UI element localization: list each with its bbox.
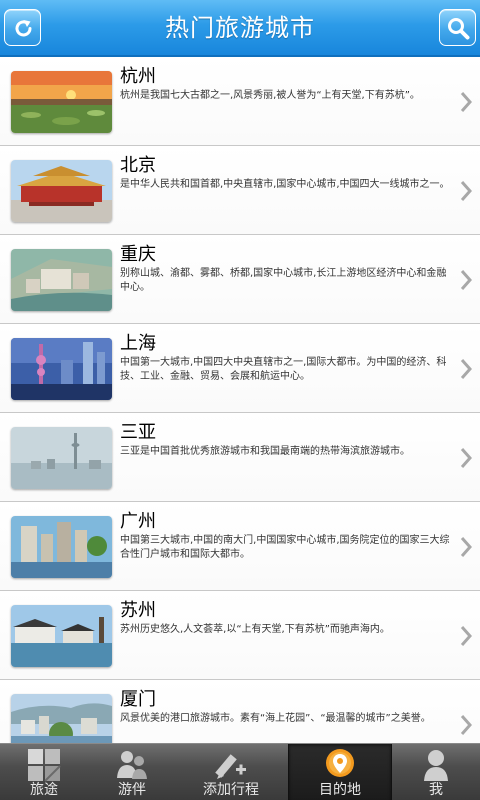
city-description: 风景优美的港口旅游城市。素有“海上花园”、“最温馨的城市”之美誉。: [120, 713, 431, 724]
chevron-right-icon: [460, 537, 472, 557]
city-name: 重庆: [120, 244, 156, 265]
chevron-right-icon: [460, 715, 472, 735]
list-item-sanya[interactable]: 三亚 三亚是中国首批优秀旅游城市和我国最南端的热带海滨旅游城市。: [0, 413, 480, 502]
bottom-tab-bar: 旅途 游伴 添加行程 目的地 我: [0, 743, 480, 800]
tab-label: 游伴: [118, 782, 146, 798]
city-name: 三亚: [120, 422, 156, 443]
city-description: 中国第三大城市,中国的南大门,中国国家中心城市,国务院定位的国家三大综合性门户城…: [120, 535, 450, 560]
chevron-right-icon: [460, 626, 472, 646]
city-thumbnail: [11, 605, 112, 667]
city-thumbnail: [11, 249, 112, 311]
tab-add-itinerary[interactable]: 添加行程: [176, 744, 286, 800]
tab-label: 目的地: [319, 782, 361, 798]
list-item-suzhou[interactable]: 苏州 苏州历史悠久,人文荟萃,以“上有天堂,下有苏杭”而驰声海内。: [0, 591, 480, 680]
city-name: 北京: [120, 155, 156, 176]
chevron-right-icon: [460, 359, 472, 379]
tab-trips[interactable]: 旅途: [0, 744, 88, 800]
city-description: 中国第一大城市,中国四大中央直辖市之一,国际大都市。为中国的经济、科技、工业、金…: [120, 357, 447, 382]
city-description: 杭州是我国七大古都之一,风景秀丽,被人誉为“上有天堂,下有苏杭”。: [120, 90, 420, 101]
companions-icon: [117, 751, 147, 779]
city-thumbnail: [11, 516, 112, 578]
city-thumbnail: [11, 338, 112, 400]
chevron-right-icon: [460, 448, 472, 468]
city-name: 厦门: [120, 689, 156, 710]
tab-label: 我: [429, 782, 443, 798]
chevron-right-icon: [460, 270, 472, 290]
list-item-hangzhou[interactable]: 杭州 杭州是我国七大古都之一,风景秀丽,被人誉为“上有天堂,下有苏杭”。: [0, 57, 480, 146]
city-description: 别称山城、渝都、雾都、桥都,国家中心城市,长江上游地区经济中心和金融中心。: [120, 268, 447, 293]
city-description: 三亚是中国首批优秀旅游城市和我国最南端的热带海滨旅游城市。: [120, 446, 410, 457]
add-itinerary-icon: [215, 754, 246, 779]
city-description: 苏州历史悠久,人文荟萃,以“上有天堂,下有苏杭”而驰声海内。: [120, 624, 390, 635]
list-item-shanghai[interactable]: 上海 中国第一大城市,中国四大中央直辖市之一,国际大都市。为中国的经济、科技、工…: [0, 324, 480, 413]
city-thumbnail: [11, 427, 112, 489]
city-thumbnail: [11, 71, 112, 133]
tab-profile[interactable]: 我: [392, 744, 480, 800]
city-name: 苏州: [120, 600, 156, 621]
city-name: 上海: [120, 333, 156, 354]
search-button[interactable]: [439, 9, 476, 46]
tab-label: 添加行程: [203, 782, 259, 798]
list-item-beijing[interactable]: 北京 是中华人民共和国首都,中央直辖市,国家中心城市,中国四大一线城市之一。: [0, 146, 480, 235]
top-bar: 热门旅游城市: [0, 0, 480, 57]
chevron-right-icon: [460, 181, 472, 201]
city-description: 是中华人民共和国首都,中央直辖市,国家中心城市,中国四大一线城市之一。: [120, 179, 450, 190]
list-item-guangzhou[interactable]: 广州 中国第三大城市,中国的南大门,中国国家中心城市,国务院定位的国家三大综合性…: [0, 502, 480, 591]
list-item-xiamen[interactable]: 厦门 风景优美的港口旅游城市。素有“海上花园”、“最温馨的城市”之美誉。: [0, 680, 480, 743]
search-icon: [448, 18, 470, 40]
grid-icon: [28, 749, 61, 782]
list-item-chongqing[interactable]: 重庆 别称山城、渝都、雾都、桥都,国家中心城市,长江上游地区经济中心和金融中心。: [0, 235, 480, 324]
city-name: 广州: [120, 511, 156, 532]
city-thumbnail: [11, 160, 112, 222]
tab-label: 旅途: [30, 782, 58, 798]
city-name: 杭州: [120, 66, 156, 87]
profile-icon: [424, 750, 448, 781]
tab-companions[interactable]: 游伴: [88, 744, 176, 800]
city-list[interactable]: 杭州 杭州是我国七大古都之一,风景秀丽,被人誉为“上有天堂,下有苏杭”。 北京 …: [0, 57, 480, 743]
city-thumbnail: [11, 694, 112, 743]
tab-destinations[interactable]: 目的地: [288, 744, 392, 800]
page-title: 热门旅游城市: [165, 14, 315, 42]
chevron-right-icon: [460, 92, 472, 112]
